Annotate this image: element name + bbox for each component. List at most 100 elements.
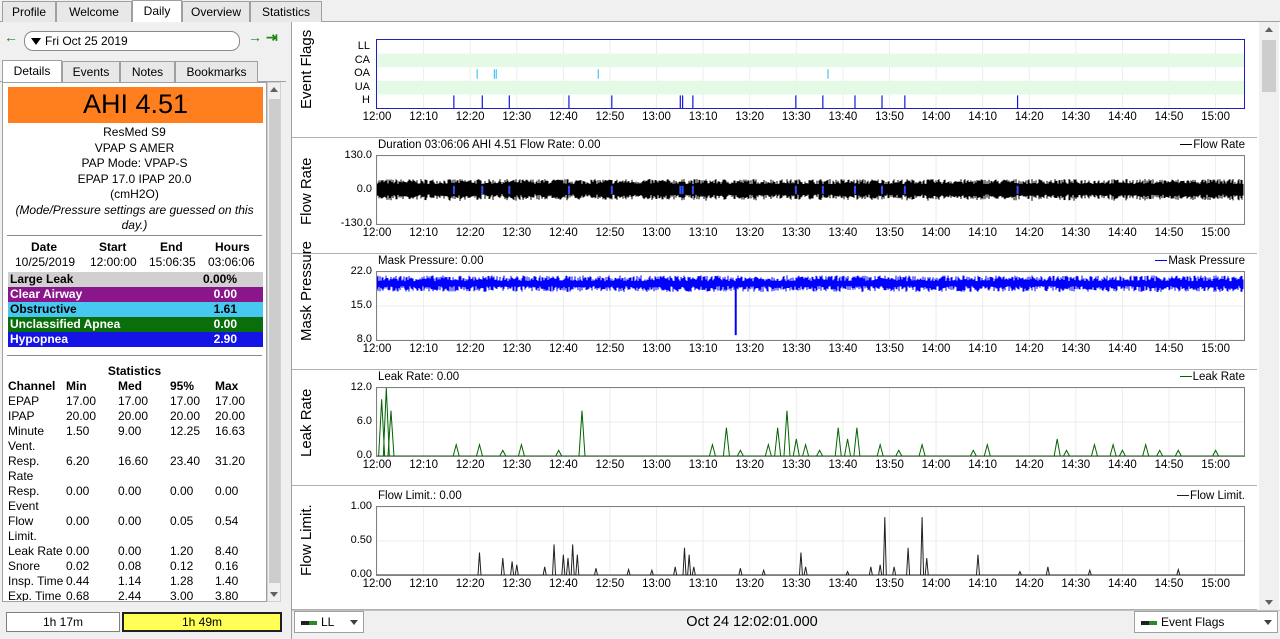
stats-value: 0.00: [66, 514, 90, 528]
stats-value: 16.60: [118, 454, 149, 468]
x-tick-label: 13:40: [828, 227, 858, 239]
leak-rate-spike: [844, 438, 852, 456]
flow-limit-spike: [798, 552, 803, 575]
scroll-down-icon[interactable]: [1265, 600, 1273, 605]
x-tick-label: 14:00: [921, 459, 951, 471]
x-tick-label: 12:30: [502, 227, 532, 239]
x-tick-label: 14:40: [1108, 459, 1137, 471]
graph-leak-rate[interactable]: Leak Rate Leak Rate: 0.00 Leak Rate 12.0 6.0…: [292, 370, 1257, 486]
plot-area[interactable]: [376, 155, 1245, 225]
flag-row-label: CA: [354, 53, 370, 66]
time-left-value[interactable]: 1h 17m: [6, 612, 120, 632]
x-tick-label: 13:10: [688, 343, 718, 355]
stats-channel: IPAP: [8, 409, 35, 423]
index-row-clear-airway[interactable]: Clear Airway 0.00: [8, 287, 263, 302]
x-tick-label: 13:40: [828, 578, 858, 590]
layout-combo[interactable]: LL: [294, 611, 364, 633]
machine-model: ResMed S9: [103, 125, 166, 139]
index-row-hypopnea[interactable]: Hypopnea 2.90: [8, 332, 263, 347]
stats-value: 0.54: [215, 514, 239, 528]
graph-flow-rate[interactable]: Flow Rate Duration 03:06:06 AHI 4.51 Flow…: [292, 138, 1257, 254]
flag-row-label: OA: [354, 67, 370, 80]
x-tick-label: 13:30: [781, 578, 811, 590]
x-axis: 12:00 12:10 12:20 12:30 12:40 12:50 13:00 13:10…: [356, 343, 1256, 357]
flow-limit-spike: [593, 568, 598, 575]
tab-statistics[interactable]: Statistics: [250, 1, 322, 22]
legend-swatch: [1179, 376, 1192, 378]
divider: [7, 235, 262, 236]
x-tick-label: 13:30: [781, 227, 811, 239]
x-tick-label: 12:40: [548, 459, 578, 471]
statistics-title: Statistics: [107, 364, 162, 378]
details-scrollbar[interactable]: [267, 82, 281, 602]
x-axis: 12:00 12:10 12:20 12:30 12:40 12:50 13:00 13:10…: [356, 578, 1256, 592]
scroll-up-icon[interactable]: [270, 87, 278, 92]
session-end-header: End: [160, 240, 183, 254]
plot-area[interactable]: [376, 39, 1245, 109]
x-tick-label: 13:30: [781, 111, 811, 123]
x-tick-label: 13:40: [828, 343, 858, 355]
stats-value: 0.00: [66, 544, 90, 558]
x-tick-label: 14:00: [921, 227, 951, 239]
scroll-thumb[interactable]: [1262, 40, 1276, 92]
scroll-thumb[interactable]: [269, 99, 280, 583]
arrow-to-end-icon[interactable]: ⇥: [266, 30, 278, 44]
arrow-left-icon[interactable]: ←: [4, 30, 18, 44]
x-tick-label: 14:20: [1014, 343, 1044, 355]
machine-variant: VPAP S AMER: [94, 140, 175, 155]
divider: [7, 355, 262, 356]
graph-flow-limit[interactable]: Flow Limit. Flow Limit.: 0.00 Flow Limit. 1…: [292, 486, 1257, 610]
flow-limit-spike: [649, 568, 654, 575]
index-row-unclassified-apnea[interactable]: Unclassified Apnea 0.00: [8, 317, 263, 332]
x-tick-label: 12:10: [409, 459, 438, 471]
flow-limit-spike: [575, 554, 580, 575]
session-end: 15:06:35: [149, 255, 196, 269]
graph-combo[interactable]: Event Flags: [1134, 611, 1278, 633]
stats-header: 95%: [170, 379, 195, 393]
tab-daily[interactable]: Daily: [132, 0, 182, 23]
plot-area[interactable]: [376, 506, 1245, 576]
index-row-obstructive[interactable]: Obstructive 1.61: [8, 302, 263, 317]
leak-rate-spike: [834, 427, 842, 456]
scroll-down-icon[interactable]: [270, 592, 278, 597]
x-tick-label: 13:20: [735, 227, 765, 239]
index-name: Large Leak: [10, 272, 74, 286]
x-tick-label: 12:40: [548, 227, 578, 239]
x-tick-label: 14:20: [1014, 459, 1044, 471]
tab-details[interactable]: Details: [2, 60, 62, 83]
y-tick-label: 0.0: [356, 183, 372, 195]
date-navigator: ← Fri Oct 25 2019 → ⇥: [0, 26, 286, 51]
leak-rate-spike: [1090, 442, 1098, 456]
tab-profile[interactable]: Profile: [2, 1, 56, 22]
scroll-up-icon[interactable]: [1265, 27, 1273, 32]
tab-events[interactable]: Events: [62, 61, 120, 82]
stats-value: 0.00: [118, 544, 142, 558]
flow-limit-spike: [975, 554, 980, 575]
y-tick-label: 15.0: [350, 299, 372, 311]
graph-legend: Flow Rate: [1180, 139, 1245, 151]
graph-mask-pressure[interactable]: Mask Pressure Mask Pressure: 0.00 Mask Pre…: [292, 241, 1257, 370]
tab-notes[interactable]: Notes: [120, 61, 175, 82]
graph-scrollbar[interactable]: [1259, 22, 1279, 610]
index-row-large-leak[interactable]: Large Leak 0.00%: [8, 272, 263, 287]
stats-channel: Rate: [8, 469, 34, 483]
date-picker[interactable]: Fri Oct 25 2019: [24, 31, 240, 51]
x-tick-label: 13:10: [688, 111, 718, 123]
y-tick-label: 12.0: [350, 381, 372, 393]
tab-bookmarks[interactable]: Bookmarks: [175, 61, 258, 82]
plot-area[interactable]: [376, 271, 1245, 341]
leak-rate-spike: [816, 449, 824, 456]
tab-overview[interactable]: Overview: [182, 1, 250, 22]
plot-area[interactable]: [376, 387, 1245, 457]
x-tick-label: 12:00: [362, 111, 392, 123]
leak-rate-spike: [783, 410, 791, 456]
x-tick-label: 13:50: [875, 459, 904, 471]
tab-welcome[interactable]: Welcome: [56, 1, 132, 22]
stats-value: 20.00: [170, 409, 201, 423]
time-right-value[interactable]: 1h 49m: [122, 612, 282, 632]
flow-rate-series: [377, 179, 1244, 201]
graph-event-flags[interactable]: Event Flags LL CA OA UA H 12:00 12:10 12:20 12:30…: [292, 22, 1257, 138]
stats-channel: Minute: [8, 424, 45, 438]
graph-legend: Leak Rate: [1179, 371, 1245, 383]
arrow-right-icon[interactable]: →: [248, 30, 262, 44]
